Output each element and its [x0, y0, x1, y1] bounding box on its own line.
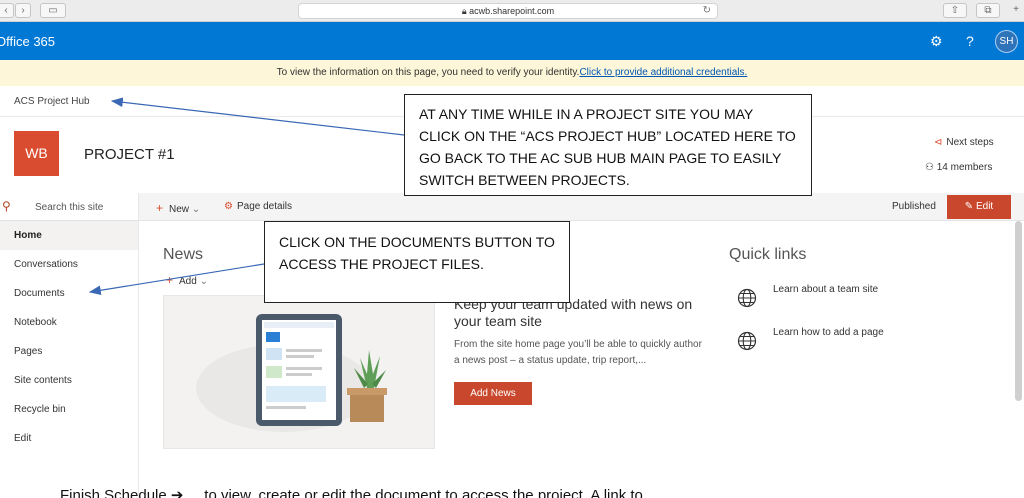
gear-icon: ⚙ [224, 201, 233, 212]
site-title: PROJECT #1 [84, 146, 175, 163]
url-text: acwb.sharepoint.com [469, 6, 555, 16]
quick-link-label: Learn how to add a page [773, 327, 884, 338]
publish-status: Published [892, 201, 936, 212]
edit-page-button[interactable]: ✎ Edit [947, 195, 1011, 219]
hub-arrow [110, 97, 405, 136]
nav-item-recycle-bin[interactable]: Recycle bin [0, 395, 138, 424]
credentials-link[interactable]: Click to provide additional credentials. [579, 67, 747, 78]
nav-item-home[interactable]: Home [0, 221, 138, 250]
next-steps-button[interactable]: ⊲ Next steps [934, 137, 994, 148]
news-heading: News [163, 246, 204, 263]
nav-item-conversations[interactable]: Conversations [0, 250, 138, 279]
search-icon: ⚲ [2, 199, 11, 213]
news-illustration [163, 295, 435, 449]
add-news-button[interactable]: Add News [454, 382, 532, 405]
hub-nav-link[interactable]: ACS Project Hub [14, 96, 90, 107]
members-label: 14 members [936, 162, 993, 173]
plus-icon: + [156, 201, 164, 215]
screenshot-root: ‹ › ▭ 🔒︎ acwb.sharepoint.com ↻ ⇧ ⧉ + Off… [0, 0, 1024, 498]
tabs-button[interactable]: ⧉ [976, 3, 1000, 18]
globe-icon [737, 331, 757, 351]
news-add-label: Add [179, 276, 197, 287]
megaphone-icon: ⊲ [934, 137, 943, 148]
nav-item-pages[interactable]: Pages [0, 337, 138, 366]
quick-link-item[interactable]: Learn about a team site [729, 280, 929, 312]
new-tab-button[interactable]: + [1008, 3, 1024, 18]
documents-callout: CLICK ON THE DOCUMENTS BUTTON TO ACCESS … [264, 221, 570, 303]
back-button[interactable]: ‹ [0, 3, 14, 18]
news-description: From the site home page you’ll be able t… [454, 339, 702, 366]
nav-item-notebook[interactable]: Notebook [0, 308, 138, 337]
identity-banner: To view the information on this page, yo… [0, 60, 1024, 86]
chevron-down-icon: ⌄ [191, 204, 201, 215]
globe-icon [737, 288, 757, 308]
next-steps-label: Next steps [946, 137, 994, 148]
plus-icon: + [166, 273, 174, 287]
settings-gear-icon[interactable]: ⚙ [930, 33, 943, 50]
bottom-instruction-text: Finish Schedule ➔ ... to view, create or… [60, 487, 656, 498]
nav-item-edit[interactable]: Edit [0, 424, 138, 453]
quick-link-item[interactable]: Learn how to add a page [729, 323, 929, 355]
forward-button[interactable]: › [15, 3, 31, 18]
help-icon[interactable]: ? [966, 33, 974, 49]
nav-item-site-contents[interactable]: Site contents [0, 366, 138, 395]
address-bar[interactable]: 🔒︎ acwb.sharepoint.com ↻ [298, 3, 718, 19]
quick-links-heading: Quick links [729, 246, 807, 263]
search-placeholder: Search this site [35, 202, 104, 213]
tablet-plant-illustration [196, 314, 387, 432]
banner-text: To view the information on this page, yo… [276, 67, 580, 78]
members-button[interactable]: ⚇ 14 members [925, 162, 992, 173]
edit-label: Edit [975, 201, 994, 212]
lock-icon: 🔒︎ [461, 6, 467, 16]
share-button[interactable]: ⇧ [943, 3, 967, 18]
chevron-down-icon: ⌄ [196, 276, 208, 287]
page-details-label: Page details [236, 201, 293, 212]
new-label: New [169, 204, 190, 215]
page-details-button[interactable]: ⚙ Page details [224, 201, 292, 212]
command-bar: + New ⌄ ⚙ Page details Published ✎ Edit [139, 193, 1024, 221]
site-search-box[interactable]: ⚲ Search this site [0, 193, 138, 221]
news-add-button[interactable]: + Add ⌄ [166, 273, 208, 287]
browser-toolbar: ‹ › ▭ 🔒︎ acwb.sharepoint.com ↻ ⇧ ⧉ + [0, 0, 1024, 22]
new-button[interactable]: + New ⌄ [156, 201, 200, 215]
nav-item-documents[interactable]: Documents [0, 279, 138, 308]
site-logo[interactable]: WB [14, 131, 59, 176]
sidebar-toggle-button[interactable]: ▭ [40, 3, 66, 18]
user-avatar[interactable]: SH [995, 30, 1018, 53]
office365-brand[interactable]: Office 365 [0, 34, 55, 49]
hub-callout: AT ANY TIME WHILE IN A PROJECT SITE YOU … [404, 94, 812, 196]
reload-icon[interactable]: ↻ [703, 4, 711, 18]
pencil-icon: ✎ [964, 201, 976, 212]
quick-link-label: Learn about a team site [773, 284, 879, 295]
page-scrollbar[interactable] [1015, 221, 1022, 401]
person-icon: ⚇ [925, 162, 937, 173]
suite-bar: Office 365 ⚙ ? SH [0, 22, 1024, 60]
left-navigation: ⚲ Search this site Home Conversations Do… [0, 193, 139, 498]
